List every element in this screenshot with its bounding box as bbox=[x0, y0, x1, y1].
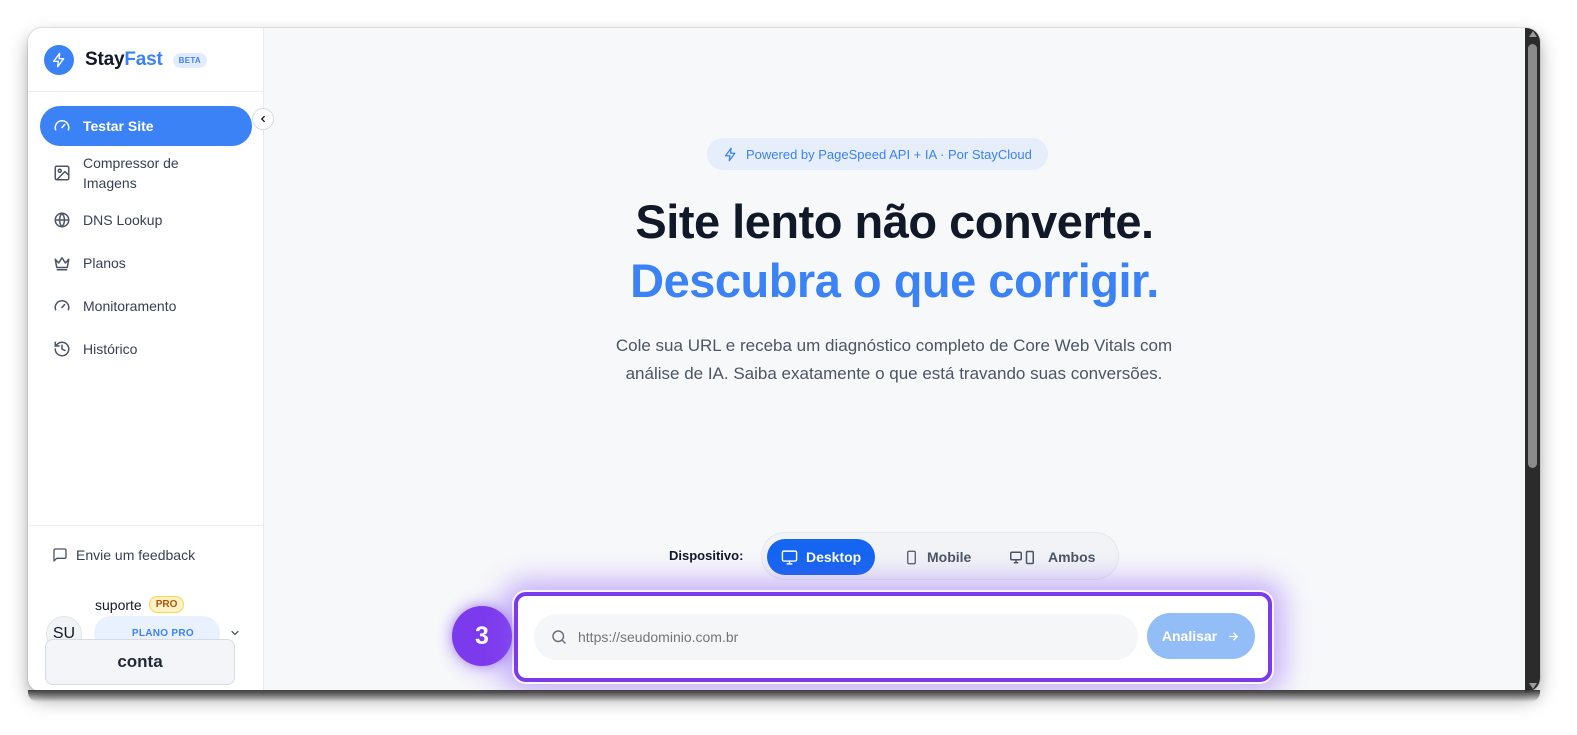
sidebar-nav: Testar Site Compressor de Imagens DNS Lo… bbox=[40, 106, 252, 372]
sidebar-item-label: Compressor de Imagens bbox=[83, 155, 179, 191]
url-input-container[interactable] bbox=[534, 614, 1138, 660]
subtitle: Cole sua URL e receba um diagnóstico com… bbox=[615, 336, 1173, 383]
feedback-label: Envie um feedback bbox=[76, 547, 196, 563]
account-button[interactable]: conta bbox=[45, 639, 235, 685]
lightning-icon bbox=[723, 147, 738, 162]
device-mobile-button[interactable]: Mobile bbox=[890, 539, 985, 575]
divider bbox=[28, 91, 264, 92]
sidebar-item-label: DNS Lookup bbox=[83, 212, 163, 228]
analyze-button[interactable]: Analisar bbox=[1147, 613, 1255, 659]
crown-icon bbox=[52, 253, 72, 273]
device-desktop-button[interactable]: Desktop bbox=[767, 539, 876, 575]
step-number-badge: 3 bbox=[452, 606, 512, 666]
headline-line-1: Site lento não converte. bbox=[635, 195, 1154, 248]
user-name: suporte PRO bbox=[95, 596, 185, 613]
window-shadow bbox=[28, 690, 1540, 702]
headline-line-2: Descubra o que corrigir. bbox=[630, 254, 1159, 307]
search-icon bbox=[550, 628, 568, 646]
sidebar-item-label: Histórico bbox=[83, 341, 138, 357]
scrollbar-thumb[interactable] bbox=[1528, 44, 1537, 468]
powered-badge: Powered by PageSpeed API + IA · Por Stay… bbox=[707, 138, 1048, 170]
scrollbar[interactable] bbox=[1525, 28, 1540, 692]
pro-badge: PRO bbox=[148, 596, 185, 613]
app-window: StayFast BETA Testar Site Compressor de … bbox=[28, 28, 1540, 692]
device-label: Dispositivo: bbox=[669, 548, 744, 563]
sidebar-item-dns-lookup[interactable]: DNS Lookup bbox=[40, 200, 252, 240]
device-selector: Desktop Mobile Ambos bbox=[761, 532, 1119, 580]
brand-name: StayFast bbox=[85, 49, 163, 70]
scroll-up-arrow[interactable] bbox=[1529, 31, 1537, 37]
image-icon bbox=[52, 163, 72, 183]
sidebar-item-historico[interactable]: Histórico bbox=[40, 329, 252, 369]
sidebar-item-label: Planos bbox=[83, 255, 126, 271]
lightning-icon bbox=[44, 45, 74, 75]
beta-badge: BETA bbox=[172, 52, 208, 68]
url-input[interactable] bbox=[578, 629, 1098, 645]
collapse-sidebar-button[interactable] bbox=[252, 108, 274, 130]
brand[interactable]: StayFast BETA bbox=[44, 45, 208, 75]
sidebar-item-testar-site[interactable]: Testar Site bbox=[40, 106, 252, 146]
divider bbox=[28, 525, 264, 526]
sidebar-item-compressor[interactable]: Compressor de Imagens bbox=[40, 149, 252, 197]
gauge-icon bbox=[52, 296, 72, 316]
sidebar-item-monitoramento[interactable]: Monitoramento bbox=[40, 286, 252, 326]
sidebar-item-label: Monitoramento bbox=[83, 298, 177, 314]
device-both-button[interactable]: Ambos bbox=[996, 539, 1109, 575]
feedback-link[interactable]: Envie um feedback bbox=[52, 547, 195, 563]
monitor-icon bbox=[781, 549, 798, 566]
scroll-down-arrow[interactable] bbox=[1529, 683, 1537, 689]
sidebar-item-label: Testar Site bbox=[83, 118, 154, 134]
sidebar: StayFast BETA Testar Site Compressor de … bbox=[28, 28, 264, 692]
sidebar-item-planos[interactable]: Planos bbox=[40, 243, 252, 283]
globe-icon bbox=[52, 210, 72, 230]
monitor-smartphone-icon bbox=[1010, 550, 1040, 565]
arrow-right-icon bbox=[1227, 630, 1240, 643]
message-square-icon bbox=[52, 547, 68, 563]
history-icon bbox=[52, 339, 72, 359]
gauge-icon bbox=[52, 116, 72, 136]
smartphone-icon bbox=[904, 549, 919, 566]
main-content: Powered by PageSpeed API + IA · Por Stay… bbox=[264, 28, 1525, 692]
